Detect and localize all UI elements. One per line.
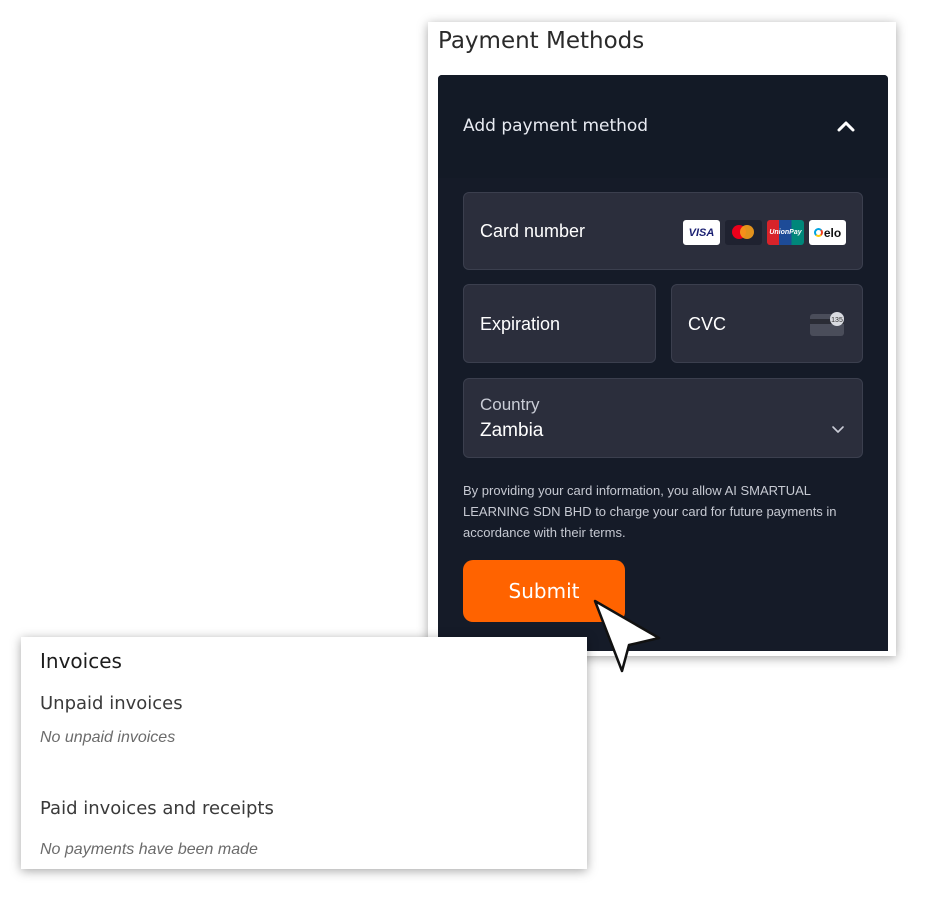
add-payment-method-toggle[interactable]: Add payment method	[438, 75, 888, 178]
mastercard-icon	[725, 220, 762, 245]
invoices-card: Invoices Unpaid invoices No unpaid invoi…	[21, 637, 587, 869]
expiration-field[interactable]: Expiration	[463, 284, 656, 363]
add-payment-method-label: Add payment method	[463, 116, 649, 136]
card-brands: VISA UnionPay elo	[683, 220, 846, 245]
unpaid-invoices-heading: Unpaid invoices	[40, 693, 183, 714]
card-number-field[interactable]: Card number VISA UnionPay elo	[463, 192, 863, 270]
unpaid-invoices-empty: No unpaid invoices	[40, 729, 176, 746]
card-authorization-notice: By providing your card information, you …	[463, 483, 837, 540]
card-number-label: Card number	[480, 221, 586, 241]
country-value: Zambia	[480, 420, 544, 441]
cvc-label: CVC	[688, 314, 727, 334]
mouse-cursor-icon	[593, 599, 661, 673]
svg-text:135: 135	[831, 317, 843, 324]
visa-icon: VISA	[683, 220, 720, 245]
expiration-label: Expiration	[480, 314, 561, 334]
page: Payment Methods Add payment method Card …	[0, 0, 933, 905]
payment-methods-title: Payment Methods	[438, 28, 645, 54]
country-select[interactable]: Country Zambia	[463, 378, 863, 458]
cvc-field[interactable]: CVC 135	[671, 284, 863, 363]
cvc-card-icon: 135	[810, 312, 844, 336]
country-label: Country	[480, 395, 540, 414]
chevron-down-icon	[832, 426, 844, 433]
paid-invoices-empty: No payments have been made	[40, 841, 258, 858]
payment-form-panel: Add payment method Card number VISA Unio…	[438, 75, 888, 651]
payment-methods-card: Payment Methods Add payment method Card …	[428, 22, 896, 656]
paid-invoices-heading: Paid invoices and receipts	[40, 798, 274, 819]
elo-icon: elo	[809, 220, 846, 245]
unionpay-icon: UnionPay	[767, 220, 804, 245]
invoices-title: Invoices	[40, 649, 122, 673]
chevron-up-icon[interactable]	[834, 115, 858, 139]
